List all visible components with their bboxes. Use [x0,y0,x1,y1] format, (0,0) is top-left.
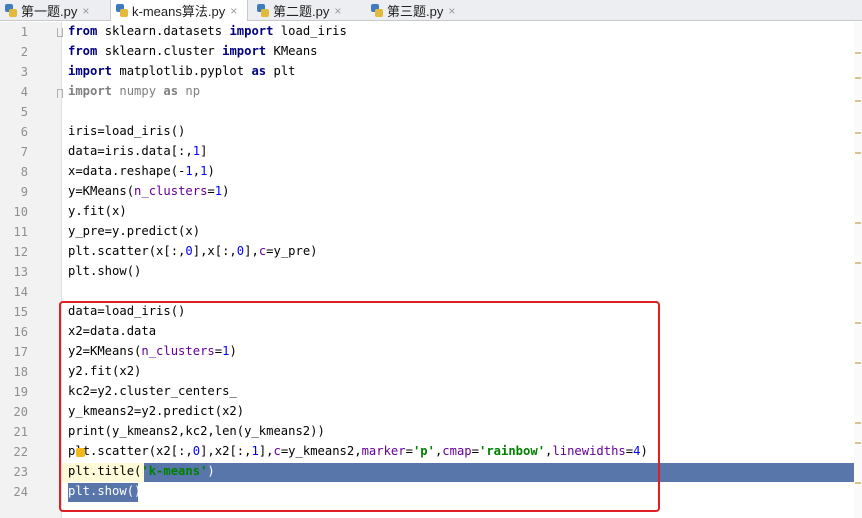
error-stripe-mark[interactable] [855,152,861,154]
error-stripe-mark[interactable] [855,100,861,102]
highlight-annotation-box [59,301,660,512]
error-stripe-mark[interactable] [855,442,861,444]
code-line[interactable]: import numpy as np [68,84,200,98]
code-line[interactable]: plt.show() [68,264,141,278]
code-line[interactable]: from sklearn.cluster import KMeans [68,44,318,58]
editor-tab-bar: 第一题.py × k-means算法.py × 第二题.py × 第三题.py … [0,0,862,21]
tab-kmeans[interactable]: k-means算法.py × [110,0,248,21]
code-line[interactable]: y.fit(x) [68,204,127,218]
line-number: 9 [20,185,28,199]
tab-label: 第三题.py [387,4,444,19]
code-line[interactable]: import matplotlib.pyplot as plt [68,64,296,78]
error-stripe-mark[interactable] [855,222,861,224]
error-stripe-mark[interactable] [855,52,861,54]
error-stripe-mark[interactable] [855,422,861,424]
tab-label: 第一题.py [21,4,78,19]
python-file-icon [257,4,269,17]
close-icon[interactable]: × [448,4,455,18]
line-number: 2 [20,45,28,59]
line-number: 1 [20,25,28,39]
line-number: 3 [20,65,28,79]
line-number: 10 [13,205,28,219]
line-number: 20 [13,405,28,419]
code-line[interactable]: y_pre=y.predict(x) [68,224,200,238]
line-number: 6 [20,125,28,139]
tab-third-question[interactable]: 第三题.py × [366,0,474,21]
line-number: 13 [13,265,28,279]
code-line[interactable]: y=KMeans(n_clusters=1) [68,184,229,198]
code-line[interactable]: from sklearn.datasets import load_iris [68,24,347,38]
error-stripe-mark[interactable] [855,132,861,134]
line-number: 19 [13,385,28,399]
line-number: 18 [13,365,28,379]
line-number: 21 [13,425,28,439]
error-stripe-mark[interactable] [855,362,861,364]
python-file-icon [371,4,383,17]
tab-second-question[interactable]: 第二题.py × [252,0,360,21]
line-number: 14 [13,285,28,299]
close-icon[interactable]: × [334,4,341,18]
code-line[interactable]: data=iris.data[:,1] [68,144,207,158]
line-number: 11 [13,225,28,239]
line-number: 4 [20,85,28,99]
close-icon[interactable]: × [230,4,237,18]
python-file-icon [5,4,17,17]
line-number: 16 [13,325,28,339]
close-icon[interactable]: × [82,4,89,18]
line-number: 8 [20,165,28,179]
error-stripe-mark[interactable] [855,322,861,324]
code-line[interactable]: iris=load_iris() [68,124,185,138]
tab-first-question[interactable]: 第一题.py × [0,0,108,21]
code-line[interactable]: plt.scatter(x[:,0],x[:,0],c=y_pre) [68,244,318,258]
fold-marker-icon[interactable] [57,28,63,37]
tab-label: k-means算法.py [132,4,226,19]
line-number: 7 [20,145,28,159]
line-number: 15 [13,305,28,319]
tab-label: 第二题.py [273,4,330,19]
line-number: 17 [13,345,28,359]
error-stripe-mark[interactable] [855,262,861,264]
error-stripe-mark[interactable] [855,77,861,79]
line-number: 12 [13,245,28,259]
line-number: 5 [20,105,28,119]
line-number: 23 [13,465,28,479]
error-stripe-mark[interactable] [855,482,861,484]
code-line[interactable]: x=data.reshape(-1,1) [68,164,215,178]
line-number: 22 [13,445,28,459]
editor-scrollbar[interactable] [854,22,862,518]
line-number: 24 [13,485,28,499]
python-file-icon [116,4,128,17]
fold-marker-icon[interactable] [57,89,63,98]
